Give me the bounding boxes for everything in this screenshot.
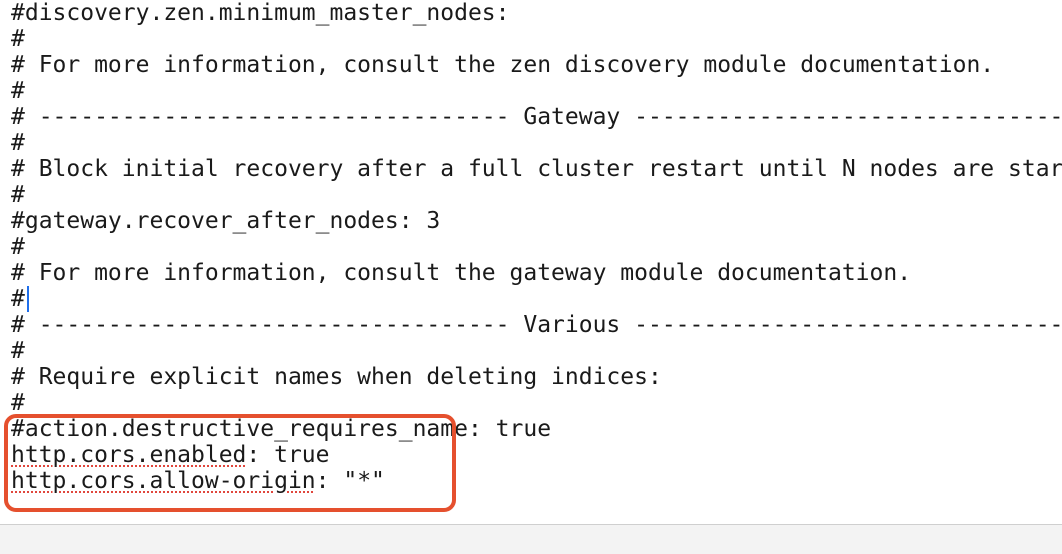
- code-line: # Require explicit names when deleting i…: [11, 364, 662, 390]
- code-line: # ---------------------------------- Var…: [11, 312, 1062, 338]
- text-caret: [27, 286, 29, 312]
- status-bar: [0, 524, 1062, 554]
- code-line: #discovery.zen.minimum_master_nodes:: [11, 0, 510, 26]
- code-line: # For more information, consult the zen …: [11, 52, 995, 78]
- code-line: # Block initial recovery after a full cl…: [11, 156, 1062, 182]
- code-line: # ---------------------------------- Gat…: [11, 104, 1062, 130]
- code-line-text: #: [11, 286, 25, 312]
- code-line: #: [11, 130, 25, 156]
- highlight-annotation-box: [4, 414, 456, 512]
- code-line: #: [11, 390, 25, 416]
- code-line: #: [11, 234, 25, 260]
- code-line: #: [11, 338, 25, 364]
- code-line: # For more information, consult the gate…: [11, 260, 912, 286]
- code-line-with-caret: #: [11, 286, 1062, 312]
- code-line: #: [11, 78, 25, 104]
- text-editor[interactable]: #discovery.zen.minimum_master_nodes: # #…: [0, 0, 1062, 526]
- code-line: #: [11, 182, 25, 208]
- code-line: #: [11, 26, 25, 52]
- code-line: #gateway.recover_after_nodes: 3: [11, 208, 441, 234]
